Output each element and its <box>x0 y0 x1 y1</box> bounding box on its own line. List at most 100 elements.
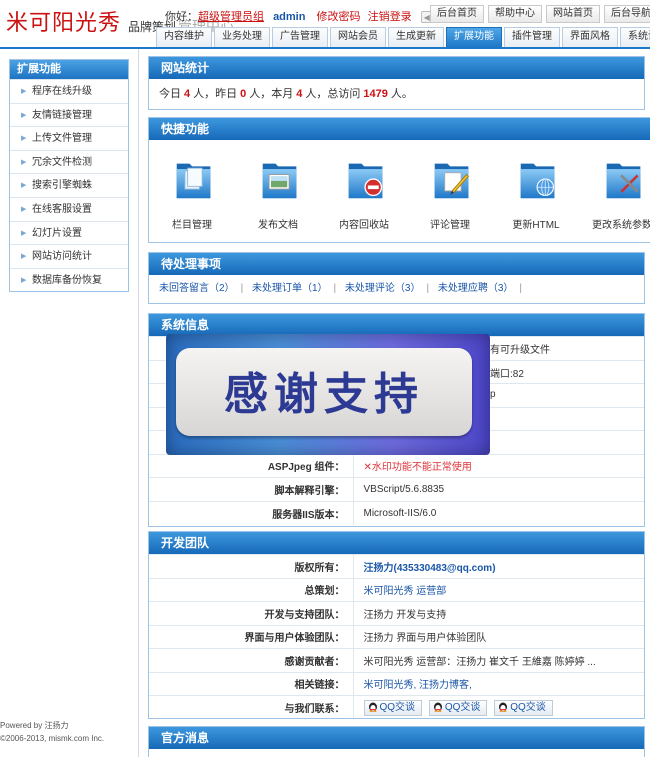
top-link-admin-home[interactable]: 后台首页 <box>430 5 484 23</box>
tab-members[interactable]: 网站会员 <box>330 27 386 47</box>
folder-no-entry-icon[interactable] <box>346 156 386 204</box>
row-key: 感谢贡献者： <box>149 648 354 672</box>
todo-comments[interactable]: 未处理评论（3） <box>345 283 421 294</box>
sidebar-item-stats[interactable]: ▶ 网站访问统计 <box>10 244 128 268</box>
bullet-icon: ▶ <box>21 229 27 237</box>
tab-content[interactable]: 内容维护 <box>156 27 212 47</box>
tab-business[interactable]: 业务处理 <box>214 27 270 47</box>
quick-action-label: 发布文档 <box>258 220 298 231</box>
todo-orders[interactable]: 未处理订单（1） <box>252 283 328 294</box>
bullet-icon: ▶ <box>21 276 27 284</box>
today-label: 今日 <box>159 88 181 100</box>
todo-panel: 待处理事项 未回答留言（2） | 未处理订单（1） | 未处理评论（3） | 未处理应… <box>148 252 645 304</box>
todo-unanswered[interactable]: 未回答留言（2） <box>159 283 235 294</box>
sidebar-item-slides[interactable]: ▶ 幻灯片设置 <box>10 220 128 245</box>
arrow-left-icon[interactable]: ◀ <box>424 12 430 23</box>
copyright: ©2006-2013, mismk.com Inc. <box>0 734 105 743</box>
sidebar: 扩展功能 ▶ 程序在线升级 ▶ 友情链接管理 ▶ 上传文件管理 ▶ 冗余文件检测 ▶ 搜索… <box>0 49 139 757</box>
quick-panel: 快捷功能 栏目管理 发布文档 内容回收站 评论管理 更新HTML 更改系统参数 <box>148 117 650 243</box>
sidebar-item-upgrade[interactable]: ▶ 程序在线升级 <box>10 79 128 103</box>
quick-action-label: 评论管理 <box>430 220 470 231</box>
panel-title: 网站统计 <box>149 57 644 79</box>
yesterday-count: 0 <box>240 88 247 100</box>
user-info-bar: 你好：超级管理员组 admin 修改密码 注销登录 ◀ ▶ <box>165 8 441 24</box>
folder-pen-icon[interactable] <box>432 156 472 204</box>
table-row: 界面与用户体验团队： 汪扬力 界面与用户体验团队 <box>149 624 644 649</box>
top-link-site-home[interactable]: 网站首页 <box>546 5 600 23</box>
folder-tools-icon[interactable] <box>604 156 644 204</box>
separator: | <box>519 283 523 294</box>
sidebar-item-spiders[interactable]: ▶ 搜索引擎蜘蛛 <box>10 173 128 197</box>
tab-ads[interactable]: 广告管理 <box>272 27 328 47</box>
row-key: ASPJpeg 组件： <box>149 453 354 478</box>
quick-action[interactable]: 发布文档 <box>235 150 321 236</box>
sidebar-item-redundant[interactable]: ▶ 冗余文件检测 <box>10 149 128 174</box>
sidebar-item-label: 友情链接管理 <box>32 109 92 121</box>
bullet-icon: ▶ <box>21 205 27 213</box>
row-value[interactable]: 米可阳光秀, 汪扬力博客, <box>353 671 644 696</box>
penguin-icon <box>499 702 508 713</box>
tab-extensions[interactable]: 扩展功能 <box>446 27 502 47</box>
quick-action[interactable]: 更新HTML <box>493 150 579 236</box>
panel-title: 开发团队 <box>149 532 644 554</box>
quick-action[interactable]: 评论管理 <box>407 150 493 236</box>
sidebar-item-label: 程序在线升级 <box>32 86 92 97</box>
qq-chat-button[interactable]: QQ交谈 <box>428 699 488 716</box>
sidebar-title: 扩展功能 <box>10 60 128 79</box>
row-value[interactable]: 汪扬力(435330483@qq.com) <box>353 554 644 578</box>
separator: | <box>333 283 337 294</box>
change-password-link[interactable]: 修改密码 <box>317 11 361 23</box>
quick-action[interactable]: 更改系统参数 <box>579 150 650 236</box>
qq-label: QQ交谈 <box>379 701 416 713</box>
bullet-icon: ▶ <box>21 88 27 95</box>
sidebar-item-uploads[interactable]: ▶ 上传文件管理 <box>10 126 128 150</box>
panel-title: 待处理事项 <box>149 253 644 275</box>
row-key: 界面与用户体验团队： <box>149 624 354 649</box>
row-key: 服务器IIS版本： <box>149 500 354 525</box>
bullet-icon: ▶ <box>21 135 27 143</box>
sidebar-item-label: 在线客服设置 <box>32 203 92 215</box>
sidebar-item-links[interactable]: ▶ 友情链接管理 <box>10 102 128 127</box>
powered-by: Powered by 汪扬力 <box>0 721 69 730</box>
unit: 人 <box>249 88 261 100</box>
row-value[interactable]: 米可阳光秀 运营部 <box>353 577 644 602</box>
sidebar-item-service[interactable]: ▶ 在线客服设置 <box>10 196 128 221</box>
panel-title: 系统信息 <box>149 314 644 336</box>
tab-plugins[interactable]: 插件管理 <box>504 27 560 47</box>
unit: 人。 <box>390 88 413 100</box>
quick-action[interactable]: 内容回收站 <box>321 150 407 236</box>
folder-documents-icon[interactable] <box>174 156 214 204</box>
quick-action-label: 栏目管理 <box>172 220 212 231</box>
penguin-icon <box>368 702 377 713</box>
stats-panel: 网站统计 今日 4 人，昨日 0 人，本月 4 人，总访问 1479 人。 <box>148 56 645 110</box>
tab-themes[interactable]: 界面风格 <box>562 27 618 47</box>
sidebar-item-label: 搜索引擎蜘蛛 <box>32 180 92 192</box>
top-link-admin-nav[interactable]: 后台导航 <box>604 5 650 23</box>
folder-globe-icon[interactable] <box>518 156 558 204</box>
table-row: ASPJpeg 组件： ✕水印功能不能正常使用 <box>149 453 644 478</box>
total-label: ，总访问 <box>316 88 361 100</box>
top-links: 后台首页 帮助中心 网站首页 后台导航 <box>430 5 650 23</box>
logout-link[interactable]: 注销登录 <box>368 11 412 23</box>
site-logo: 米可阳光秀 <box>6 11 122 36</box>
qq-chat-button[interactable]: QQ交谈 <box>494 699 553 716</box>
row-value: ✕水印功能不能正常使用 <box>353 453 644 478</box>
user-group-link[interactable]: 超级管理员组 <box>198 11 264 23</box>
todo-applications[interactable]: 未处理应聘（3） <box>438 283 514 294</box>
thanks-banner: 感谢支持 <box>166 334 490 455</box>
tab-generate[interactable]: 生成更新 <box>388 27 444 47</box>
folder-image-icon[interactable] <box>260 156 300 204</box>
top-link-help[interactable]: 帮助中心 <box>488 5 542 23</box>
tab-settings[interactable]: 系统设置 <box>620 27 650 47</box>
bullet-icon: ▶ <box>21 111 27 119</box>
sidebar-item-label: 网站访问统计 <box>32 251 92 263</box>
table-row: 服务器IIS版本： Microsoft-IIS/6.0 <box>149 500 644 525</box>
sidebar-item-backup[interactable]: ▶ 数据库备份恢复 <box>10 267 128 292</box>
sidebar-item-label: 数据库备份恢复 <box>32 274 102 286</box>
today-count: 4 <box>184 88 191 100</box>
sidebar-item-label: 上传文件管理 <box>32 133 92 145</box>
quick-action[interactable]: 栏目管理 <box>149 150 235 236</box>
table-row: 版权所有： 汪扬力(435330483@qq.com) <box>149 554 644 578</box>
qq-chat-button[interactable]: QQ交谈 <box>363 699 423 716</box>
row-key: 版权所有： <box>149 554 354 578</box>
